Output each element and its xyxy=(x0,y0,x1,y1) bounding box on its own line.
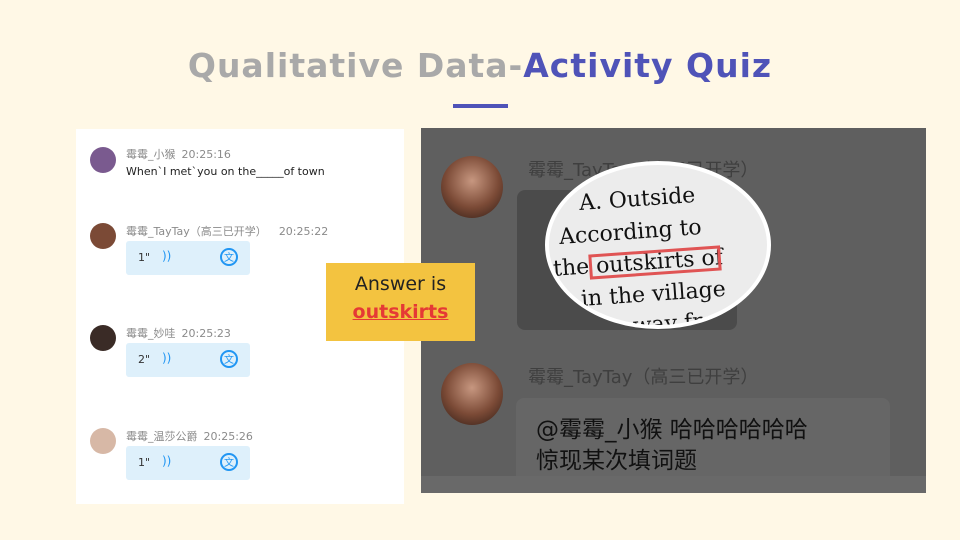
message-text: When`I met`you on the_____of town xyxy=(126,165,325,178)
translate-icon[interactable]: 文 xyxy=(220,453,238,471)
voice-duration: 1" xyxy=(138,251,151,264)
avatar-icon xyxy=(90,325,116,351)
sender-name: 霉霉_温莎公爵 xyxy=(126,430,198,443)
avatar-icon xyxy=(90,147,116,173)
voice-duration: 1" xyxy=(138,456,151,469)
chat-message: 霉霉_温莎公爵 20:25:26 1" )) 文 xyxy=(76,426,404,496)
input-strip xyxy=(421,476,926,493)
message-time: 20:25:16 xyxy=(181,148,231,161)
voice-message[interactable]: 2" )) 文 xyxy=(126,343,250,377)
slide-title-part-2: Activity Quiz xyxy=(523,46,773,85)
message-time: 20:25:23 xyxy=(181,327,231,340)
voice-wave-icon: )) xyxy=(162,454,172,468)
answer-callout: Answer is outskirts xyxy=(326,263,475,341)
voice-message[interactable]: 1" )) 文 xyxy=(126,446,250,480)
slide-title-part-1: Qualitative Data- xyxy=(187,46,524,85)
avatar-icon xyxy=(90,223,116,249)
message-meta: 霉霉_温莎公爵 20:25:26 xyxy=(126,428,253,444)
reply-text: @霉霉_小猴 哈哈哈哈哈哈 惊现某次填词题 xyxy=(536,415,808,477)
reply-line: @霉霉_小猴 哈哈哈哈哈哈 xyxy=(536,417,808,443)
message-meta: 霉霉_小猴 20:25:16 xyxy=(126,146,231,162)
zoom-text-line: According to xyxy=(558,215,703,250)
answer-label: Answer is xyxy=(354,273,447,295)
answer-highlight-box xyxy=(588,245,722,280)
reply-line: 惊现某次填词题 xyxy=(536,448,697,474)
zoom-lens: A. Outside According to the outskirts of… xyxy=(545,161,771,329)
zoom-text-line: A. Outside xyxy=(578,182,697,217)
message-meta: 霉霉_TayTay（高三已开学） 20:25:22 xyxy=(126,223,328,239)
avatar-icon xyxy=(441,363,503,425)
chat-message: 霉霉_小猴 20:25:16 When`I met`you on the_____… xyxy=(76,143,404,213)
voice-wave-icon: )) xyxy=(162,351,172,365)
title-underline xyxy=(453,104,508,108)
reply-bubble: @霉霉_小猴 哈哈哈哈哈哈 惊现某次填词题 xyxy=(516,398,890,488)
voice-wave-icon: )) xyxy=(162,249,172,263)
voice-duration: 2" xyxy=(138,353,151,366)
message-meta: 霉霉_妙哇 20:25:23 xyxy=(126,325,231,341)
slide-title: Qualitative Data-Activity Quiz xyxy=(0,46,960,85)
avatar-icon xyxy=(441,156,503,218)
sender-name: 霉霉_TayTay（高三已开学） xyxy=(528,367,759,388)
message-time: 20:25:22 xyxy=(278,225,329,238)
message-time: 20:25:26 xyxy=(203,430,253,443)
voice-message[interactable]: 1" )) 文 xyxy=(126,241,250,275)
avatar-icon xyxy=(90,428,116,454)
translate-icon[interactable]: 文 xyxy=(220,350,238,368)
translate-icon[interactable]: 文 xyxy=(220,248,238,266)
sender-name: 霉霉_妙哇 xyxy=(126,327,176,340)
sender-name: 霉霉_TayTay（高三已开学） xyxy=(126,225,267,238)
sender-name: 霉霉_小猴 xyxy=(126,148,176,161)
right-chat-panel: 霉霉_TayTay（高三已开学） A. Outside According to… xyxy=(421,128,926,493)
answer-value: outskirts xyxy=(352,301,449,323)
